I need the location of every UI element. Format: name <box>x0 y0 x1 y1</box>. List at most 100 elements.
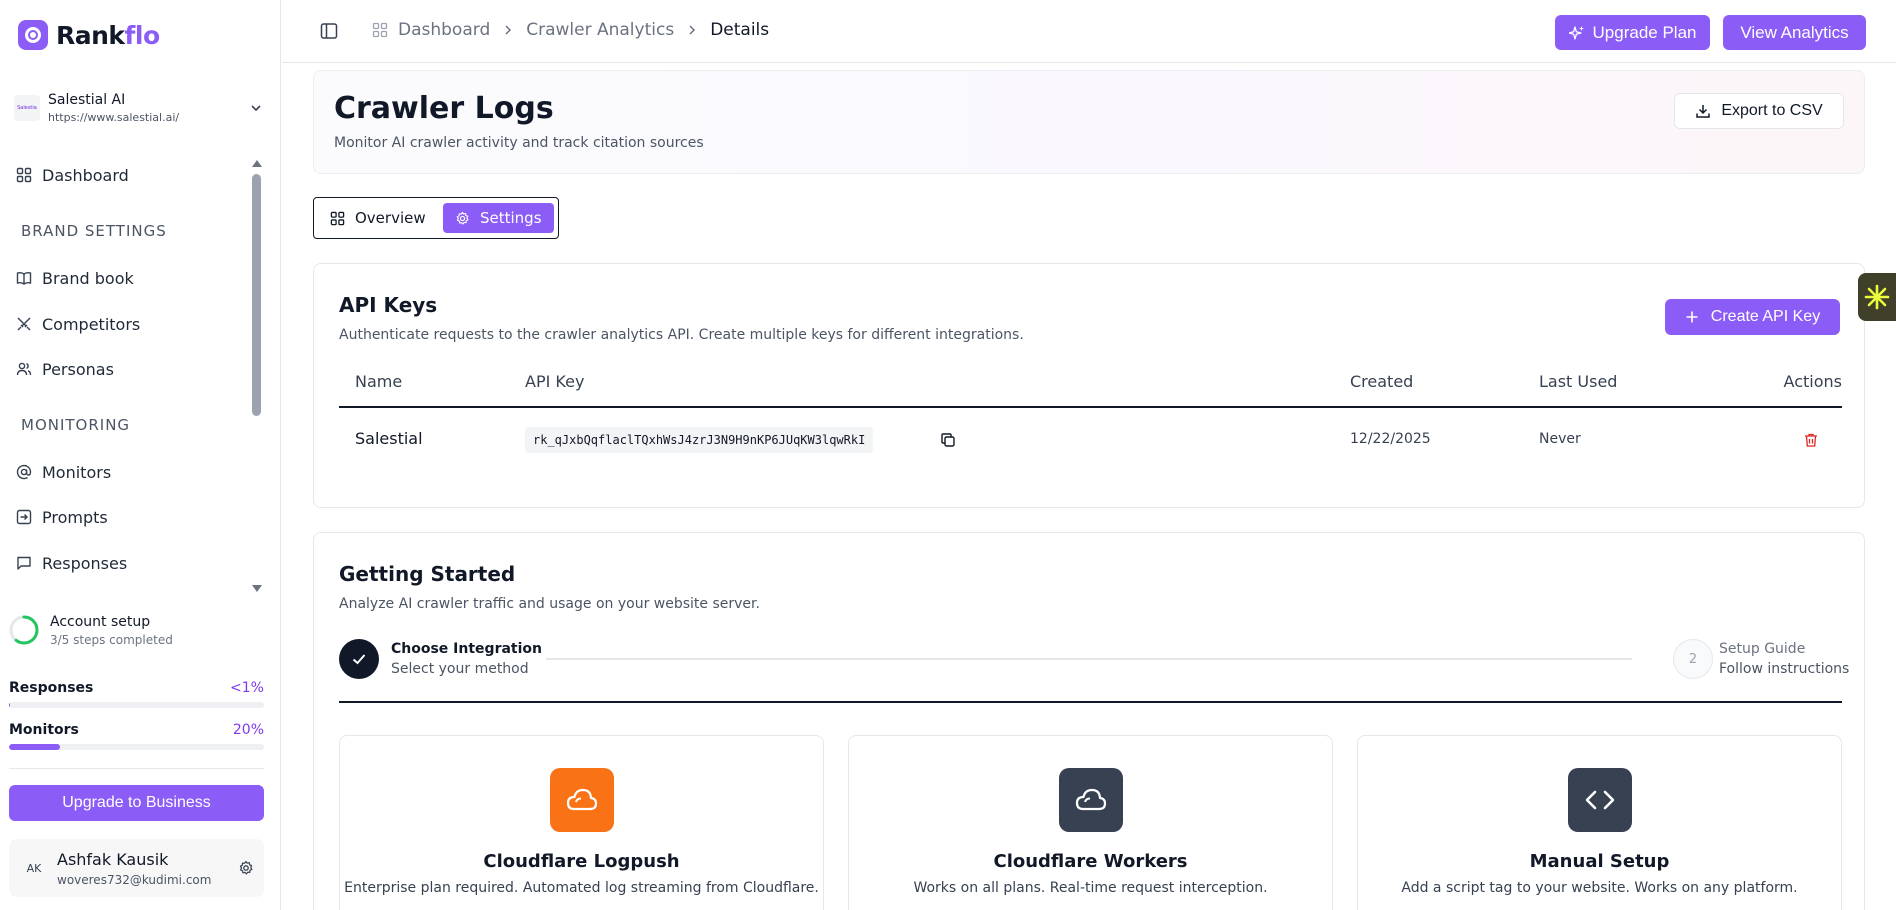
gear-icon[interactable] <box>238 860 254 876</box>
workspace-name: Salestial AI <box>48 92 126 108</box>
usage-bar-fill <box>9 744 60 750</box>
tab-settings[interactable]: Settings <box>443 203 554 233</box>
sidebar-item-dashboard[interactable]: Dashboard <box>16 160 129 190</box>
sidebar-item-label: Dashboard <box>42 165 129 185</box>
cloud-icon <box>566 788 598 811</box>
check-icon <box>352 654 366 665</box>
integration-icon-box <box>550 768 614 832</box>
api-keys-card: API Keys Authenticate requests to the cr… <box>313 263 1865 508</box>
sidebar-item-competitors[interactable]: Competitors <box>16 309 140 339</box>
user-profile[interactable]: AK Ashfak Kausik woveres732@kudimi.com <box>9 839 264 897</box>
sidebar-item-brand-book[interactable]: Brand book <box>16 263 134 293</box>
tab-overview-label: Overview <box>355 209 426 227</box>
integration-title: Cloudflare Logpush <box>483 851 680 872</box>
integration-title: Cloudflare Workers <box>993 851 1188 872</box>
table-row: Salestial rk_qJxbQqflaclTQxhWsJ4zrJ3N9H9… <box>339 408 1842 472</box>
usage-percent: 20% <box>232 722 264 738</box>
sidebar-item-personas[interactable]: Personas <box>16 354 114 384</box>
breadcrumb-dashboard[interactable]: Dashboard <box>398 20 490 40</box>
getting-started-description: Analyze AI crawler traffic and usage on … <box>339 596 760 612</box>
sidebar-item-label: Monitors <box>42 462 112 482</box>
scrollbar-thumb[interactable] <box>252 174 261 416</box>
step-1-subtitle: Select your method <box>391 661 529 677</box>
code-icon <box>1585 790 1615 810</box>
account-setup-title: Account setup <box>50 613 151 630</box>
step-complete-indicator <box>339 639 379 679</box>
user-name: Ashfak Kausik <box>57 849 169 869</box>
steps-divider <box>339 701 1842 703</box>
book-icon <box>16 271 32 285</box>
account-setup[interactable]: Account setup 3/5 steps completed <box>8 608 264 652</box>
usage-label: Monitors <box>9 722 79 738</box>
brand-logo[interactable]: Rankflo <box>18 18 160 52</box>
gear-icon <box>456 211 469 225</box>
usage-monitors: Monitors 20% <box>9 722 264 750</box>
brand-name: Rankflo <box>56 20 160 50</box>
dashboard-icon <box>16 167 32 183</box>
sidebar-scrollbar[interactable] <box>250 158 262 594</box>
scroll-up-arrow-icon[interactable] <box>252 160 262 167</box>
account-setup-progress: 3/5 steps completed <box>50 632 173 647</box>
sidebar-item-label: Responses <box>42 553 128 573</box>
workspace-switcher[interactable]: Salestia Salestial AI https://www.salest… <box>14 86 264 130</box>
sidebar-item-monitors[interactable]: Monitors <box>16 457 111 487</box>
workspace-logo: Salestia <box>14 95 40 121</box>
upgrade-to-business-button[interactable]: Upgrade to Business <box>9 785 264 821</box>
tab-overview[interactable]: Overview <box>318 203 438 233</box>
step-1-title: Choose Integration <box>391 641 542 657</box>
integration-icon-box <box>1059 768 1123 832</box>
getting-started-title: Getting Started <box>339 562 516 586</box>
integration-card-cloudflare-logpush[interactable]: Cloudflare Logpush Enterprise plan requi… <box>339 735 824 910</box>
usage-percent: <1% <box>230 680 264 696</box>
usage-bar-fill <box>9 702 11 708</box>
copy-icon[interactable] <box>940 432 956 448</box>
usage-responses: Responses <1% <box>9 680 264 708</box>
step-connector <box>546 658 1632 660</box>
integration-title: Manual Setup <box>1529 851 1670 872</box>
breadcrumb-crawler-analytics[interactable]: Crawler Analytics <box>526 20 674 40</box>
api-key-created: 12/22/2025 <box>1350 431 1431 447</box>
users-icon <box>16 362 32 376</box>
sidebar: Rankflo Salestia Salestial AI https://ww… <box>0 0 281 910</box>
usage-label: Responses <box>9 680 94 696</box>
section-brand-settings: BRAND SETTINGS <box>21 222 167 240</box>
sidebar-toggle-icon[interactable] <box>320 22 338 40</box>
progress-ring-icon <box>9 615 39 645</box>
integration-icon-box <box>1568 768 1632 832</box>
chevron-down-icon <box>251 105 261 112</box>
square-arrow-icon <box>16 509 32 525</box>
sidebar-item-responses[interactable]: Responses <box>16 548 127 578</box>
step-2-indicator: 2 <box>1673 639 1713 679</box>
export-csv-button[interactable]: Export to CSV <box>1674 93 1844 129</box>
api-keys-description: Authenticate requests to the crawler ana… <box>339 327 1024 343</box>
view-analytics-button[interactable]: View Analytics <box>1723 15 1866 50</box>
scroll-down-arrow-icon[interactable] <box>252 585 262 592</box>
avatar: AK <box>26 861 42 875</box>
integration-description: Works on all plans. Real-time request in… <box>913 880 1268 896</box>
floating-assistant-button[interactable] <box>1858 273 1896 321</box>
breadcrumb: Dashboard Crawler Analytics Details <box>372 20 769 40</box>
message-square-icon <box>17 556 31 570</box>
top-bar: Dashboard Crawler Analytics Details Upgr… <box>282 0 1896 63</box>
sidebar-item-label: Brand book <box>42 268 134 288</box>
upgrade-plan-button[interactable]: Upgrade Plan <box>1555 15 1710 50</box>
step-2-subtitle: Follow instructions <box>1719 661 1850 677</box>
dashboard-icon <box>330 211 345 225</box>
sidebar-nav: Dashboard BRAND SETTINGS Brand book Comp… <box>8 156 248 592</box>
divider <box>9 768 264 769</box>
integration-card-cloudflare-workers[interactable]: Cloudflare Workers Works on all plans. R… <box>848 735 1333 910</box>
api-key-value: rk_qJxbQqflaclTQxhWsJ4zrJ3N9H9nKP6JUqKW3… <box>525 427 874 453</box>
sidebar-item-prompts[interactable]: Prompts <box>16 502 108 532</box>
cloud-icon <box>1075 788 1107 811</box>
asterisk-icon <box>1864 284 1890 310</box>
view-tabs: Overview Settings <box>313 197 559 239</box>
integration-card-manual-setup[interactable]: Manual Setup Add a script tag to your we… <box>1357 735 1842 910</box>
create-api-key-button[interactable]: Create API Key <box>1665 299 1840 335</box>
sparkles-icon <box>1568 25 1584 40</box>
page-title: Crawler Logs <box>334 91 554 126</box>
chevron-right-icon <box>505 25 512 35</box>
page-subtitle: Monitor AI crawler activity and track ci… <box>334 135 704 151</box>
column-header-api-key: API Key <box>525 372 585 391</box>
trash-icon[interactable] <box>1803 432 1819 448</box>
step-2-title: Setup Guide <box>1719 641 1806 657</box>
